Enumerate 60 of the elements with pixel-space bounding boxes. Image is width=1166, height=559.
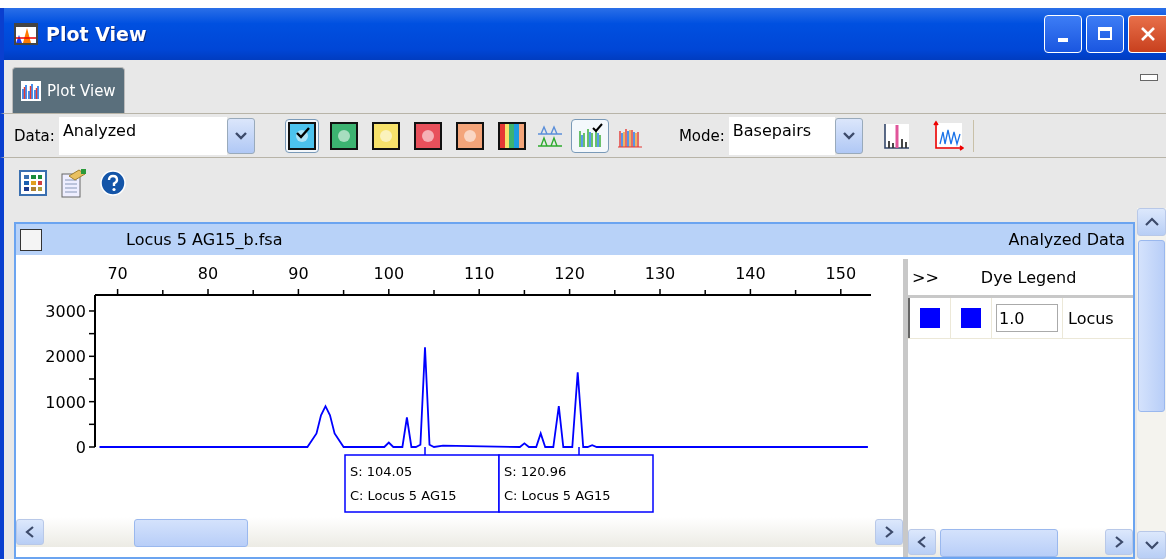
tick-label: 2000 (45, 347, 86, 367)
peaks-icon (21, 80, 41, 101)
scroll-right-button[interactable] (1105, 529, 1133, 555)
chevron-right-icon (884, 526, 894, 538)
mode-label: Mode: (678, 126, 725, 145)
expand-toggle[interactable]: >> (908, 267, 943, 287)
scroll-right-button[interactable] (875, 519, 903, 545)
tick-label: 1000 (45, 392, 86, 412)
tick-label: 70 (107, 264, 128, 283)
tick-label: 130 (644, 264, 676, 283)
legend-title: Dye Legend (980, 267, 1077, 287)
multicolor-swatch (497, 121, 526, 150)
tab[interactable]: Plot View (12, 67, 125, 113)
tick-label: 110 (463, 264, 495, 283)
scroll-left-button[interactable] (908, 529, 936, 555)
tick-label: 80 (197, 264, 219, 283)
peak-label: S: 104.05 C: Locus 5 AG15 (344, 446, 500, 513)
scroll-thumb[interactable] (940, 529, 1058, 557)
properties-icon[interactable] (58, 167, 88, 199)
scroll-up-button[interactable] (1137, 208, 1166, 236)
axis-scale-icon[interactable] (930, 118, 965, 153)
dye-name: Locus (1067, 308, 1114, 328)
minimize-icon (1058, 38, 1068, 42)
help-icon[interactable] (98, 168, 128, 198)
close-icon (1139, 26, 1156, 42)
chevron-down-icon (1144, 540, 1159, 550)
chevron-left-icon (25, 526, 35, 538)
scroll-down-button[interactable] (1137, 531, 1166, 559)
close-button[interactable] (1128, 15, 1166, 53)
maximize-button[interactable] (1086, 15, 1124, 53)
tick-label: 140 (735, 264, 766, 283)
app-icon (14, 23, 38, 45)
minimize-view-icon[interactable] (1140, 74, 1158, 81)
tick-label: 150 (825, 264, 857, 283)
maximize-icon (1097, 26, 1113, 42)
chevron-down-icon (842, 131, 855, 140)
grid-icon[interactable] (18, 169, 48, 197)
scroll-thumb[interactable] (134, 519, 248, 547)
tick-label: 90 (288, 264, 309, 283)
data-type-label: Analyzed Data (1008, 230, 1125, 249)
chevron-left-icon (917, 536, 927, 548)
scale-field[interactable]: 1.0 (996, 304, 1058, 332)
minimize-button[interactable] (1044, 15, 1082, 53)
checkbox[interactable] (20, 228, 42, 251)
tick-label: 100 (373, 264, 405, 283)
scroll-thumb[interactable] (1138, 240, 1165, 412)
tick-label: 120 (554, 264, 585, 283)
file-name: Locus 5 AG15_b.fsa (126, 230, 283, 249)
chevron-down-icon (234, 131, 247, 140)
window-title: Plot View (46, 23, 147, 45)
tick-label: 0 (75, 438, 86, 457)
trace-view-button[interactable] (570, 118, 609, 153)
chevron-up-icon (1144, 217, 1159, 227)
tick-label: 3000 (45, 301, 86, 321)
checkmark-icon (294, 125, 311, 140)
peak-label: S: 120.96 C: Locus 5 AG15 (498, 446, 654, 513)
chevron-right-icon (1114, 536, 1124, 548)
scroll-left-button[interactable] (16, 519, 44, 545)
overlaid-traces-icon (535, 123, 564, 148)
data-label: Data: (14, 126, 55, 145)
